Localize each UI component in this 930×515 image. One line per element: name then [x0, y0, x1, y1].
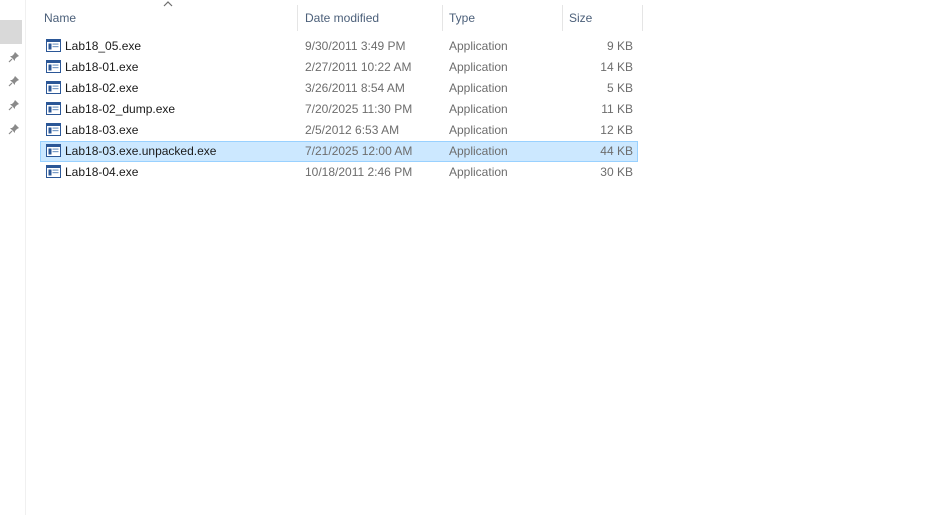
- column-header-date[interactable]: Date modified: [299, 5, 442, 31]
- nav-selected-item[interactable]: [0, 20, 22, 44]
- table-row[interactable]: Lab18-04.exe 10/18/2011 2:46 PM Applicat…: [40, 162, 638, 183]
- application-icon: [46, 165, 61, 178]
- file-date-modified: 7/20/2025 11:30 PM: [305, 102, 413, 116]
- column-header-name[interactable]: Name: [38, 5, 297, 31]
- file-size: 30 KB: [600, 165, 633, 179]
- table-row[interactable]: Lab18-02_dump.exe 7/20/2025 11:30 PM App…: [40, 99, 638, 120]
- file-type: Application: [449, 144, 508, 158]
- file-name: Lab18-01.exe: [65, 60, 139, 74]
- application-icon: [46, 39, 61, 52]
- file-name: Lab18-04.exe: [65, 165, 139, 179]
- column-divider[interactable]: [642, 5, 643, 31]
- pane-divider[interactable]: [25, 0, 26, 515]
- file-type: Application: [449, 165, 508, 179]
- file-size: 5 KB: [606, 81, 633, 95]
- column-header-size[interactable]: Size: [563, 5, 642, 31]
- file-type: Application: [449, 123, 508, 137]
- column-header-row: Name Date modified Type Size: [38, 1, 643, 31]
- table-row[interactable]: Lab18_05.exe 9/30/2011 3:49 PM Applicati…: [40, 36, 638, 57]
- file-name: Lab18-02.exe: [65, 81, 139, 95]
- table-row[interactable]: Lab18-02.exe 3/26/2011 8:54 AM Applicati…: [40, 78, 638, 99]
- column-divider[interactable]: [297, 5, 298, 31]
- column-header-type[interactable]: Type: [443, 5, 562, 31]
- file-type: Application: [449, 81, 508, 95]
- file-size: 9 KB: [606, 39, 633, 53]
- file-name: Lab18-03.exe: [65, 123, 139, 137]
- file-date-modified: 3/26/2011 8:54 AM: [305, 81, 405, 95]
- file-size: 12 KB: [600, 123, 633, 137]
- application-icon: [46, 123, 61, 136]
- file-type: Application: [449, 60, 508, 74]
- file-name: Lab18-02_dump.exe: [65, 102, 176, 116]
- pin-icon[interactable]: [7, 98, 21, 112]
- file-explorer-window: Name Date modified Type Size Lab18_05.ex…: [0, 0, 930, 515]
- file-name: Lab18-03.exe.unpacked.exe: [65, 144, 217, 158]
- application-icon: [46, 60, 61, 73]
- file-type: Application: [449, 102, 508, 116]
- table-row[interactable]: Lab18-03.exe 2/5/2012 6:53 AM Applicatio…: [40, 120, 638, 141]
- application-icon: [46, 144, 61, 157]
- file-list: Lab18_05.exe 9/30/2011 3:49 PM Applicati…: [40, 36, 640, 183]
- file-date-modified: 9/30/2011 3:49 PM: [305, 39, 406, 53]
- application-icon: [46, 81, 61, 94]
- table-row[interactable]: Lab18-01.exe 2/27/2011 10:22 AM Applicat…: [40, 57, 638, 78]
- file-size: 14 KB: [600, 60, 633, 74]
- file-date-modified: 7/21/2025 12:00 AM: [305, 144, 413, 158]
- file-type: Application: [449, 39, 508, 53]
- file-size: 44 KB: [600, 144, 633, 158]
- pin-icon[interactable]: [7, 50, 21, 64]
- file-date-modified: 2/27/2011 10:22 AM: [305, 60, 412, 74]
- navigation-pane: [0, 0, 23, 515]
- table-row-selected[interactable]: Lab18-03.exe.unpacked.exe 7/21/2025 12:0…: [40, 141, 638, 162]
- application-icon: [46, 102, 61, 115]
- pin-icon[interactable]: [7, 74, 21, 88]
- file-name: Lab18_05.exe: [65, 39, 142, 53]
- file-date-modified: 2/5/2012 6:53 AM: [305, 123, 400, 137]
- file-size: 11 KB: [601, 102, 633, 116]
- pin-icon[interactable]: [7, 122, 21, 136]
- file-date-modified: 10/18/2011 2:46 PM: [305, 165, 413, 179]
